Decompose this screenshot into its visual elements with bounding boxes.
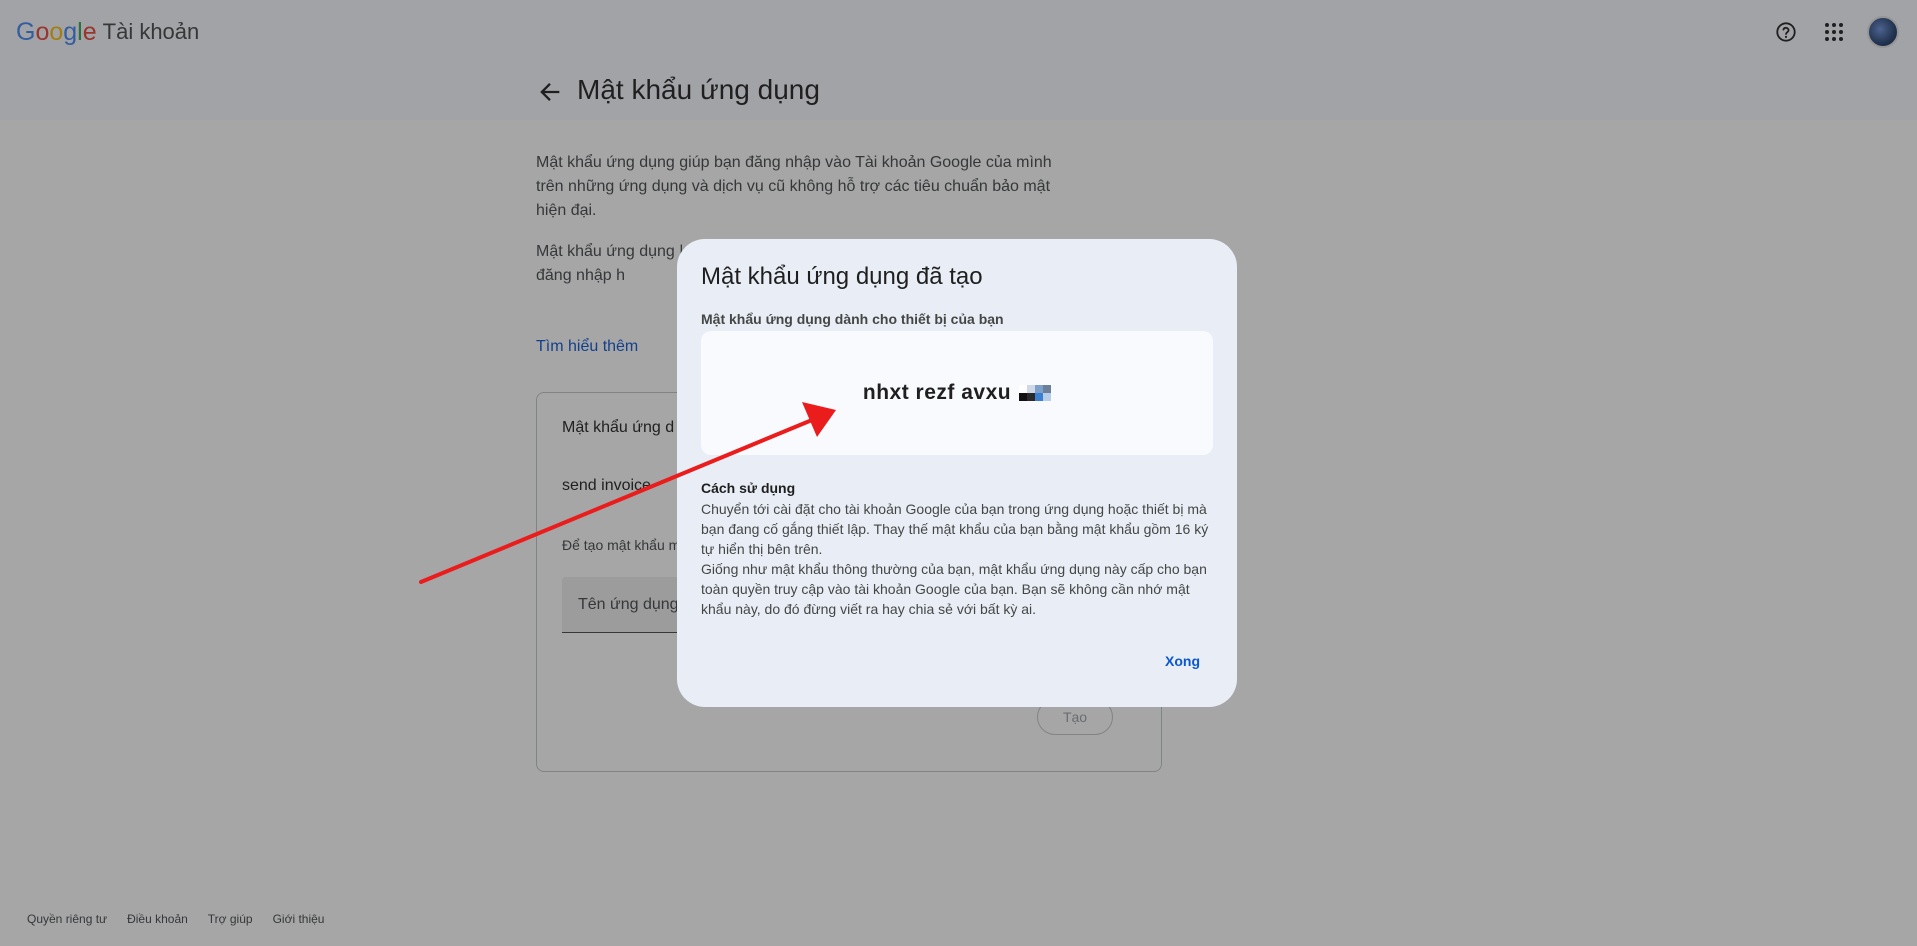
password-label: Mật khẩu ứng dụng dành cho thiết bị của … xyxy=(701,311,1004,327)
how-to-use-paragraph-2: Giống như mật khẩu thông thường của bạn,… xyxy=(701,561,1207,617)
generated-password-dialog: Mật khẩu ứng dụng đã tạo Mật khẩu ứng dụ… xyxy=(677,239,1237,707)
dialog-title: Mật khẩu ứng dụng đã tạo xyxy=(701,263,983,290)
how-to-use-paragraph-1: Chuyển tới cài đặt cho tài khoản Google … xyxy=(701,501,1209,557)
how-to-use-heading: Cách sử dụng xyxy=(701,480,796,496)
how-to-use-text: Chuyển tới cài đặt cho tài khoản Google … xyxy=(701,499,1217,619)
password-display: nhxt rezf avxu xyxy=(701,331,1213,455)
password-value: nhxt rezf avxu xyxy=(862,381,1012,404)
done-button[interactable]: Xong xyxy=(1165,653,1200,669)
password-value-row: nhxt rezf avxu xyxy=(862,381,1052,405)
redacted-blocks-icon xyxy=(1019,385,1052,401)
